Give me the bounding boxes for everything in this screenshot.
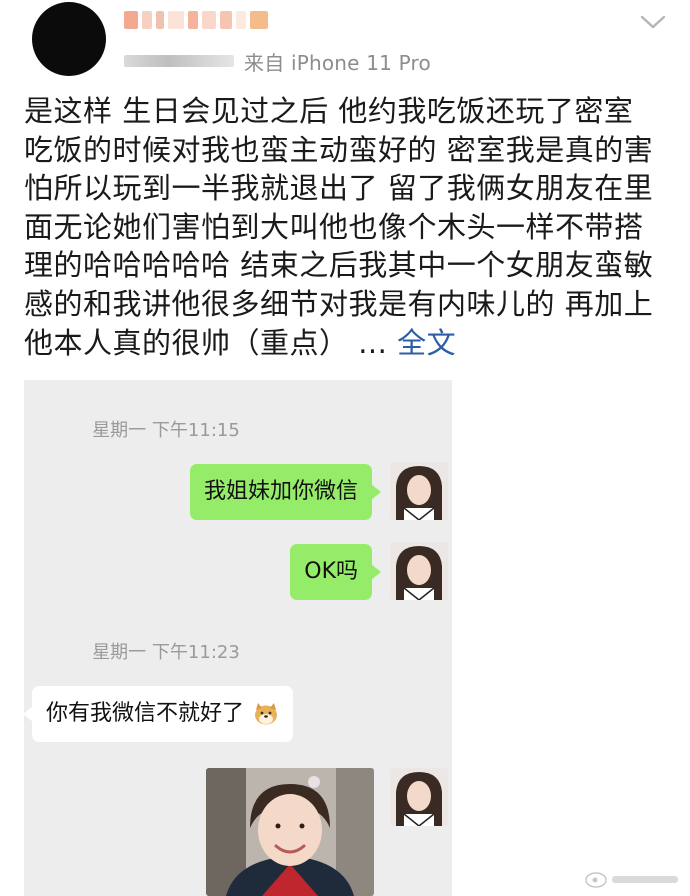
post-meta: 来自 iPhone 11 Pro — [124, 48, 431, 75]
weibo-watermark-icon — [585, 872, 678, 888]
doge-emoji-icon — [255, 703, 278, 725]
sender-avatar — [390, 462, 448, 520]
chat-timestamp: 星期一 下午11:23 — [92, 642, 240, 663]
post-source: 来自 iPhone 11 Pro — [244, 50, 431, 75]
post-body-text: 是这样 生日会见过之后 他约我吃饭还玩了密室 吃饭的时候对我也蛮主动蛮好的 密室… — [24, 94, 654, 360]
message-text: 我姐妹加你微信 — [203, 479, 358, 504]
username-redacted[interactable] — [124, 8, 294, 32]
chat-bubble-received: 你有我微信不就好了 — [24, 686, 294, 742]
sender-avatar — [390, 542, 448, 600]
expand-full-text-link[interactable]: 全文 — [397, 326, 456, 360]
chevron-down-icon[interactable] — [638, 12, 668, 32]
chat-bubble-sent: OK吗 — [290, 544, 381, 600]
post-time-redacted — [124, 55, 234, 67]
shared-photo[interactable] — [206, 768, 374, 896]
chat-screenshot[interactable]: 星期一 下午11:15 我姐妹加你微信 OK吗 星期一 下午11:23 你有我微… — [24, 380, 452, 896]
chat-bubble-sent: 我姐妹加你微信 — [189, 464, 382, 520]
user-avatar[interactable] — [32, 2, 106, 76]
message-text: OK吗 — [304, 559, 358, 584]
post-body: 是这样 生日会见过之后 他约我吃饭还玩了密室 吃饭的时候对我也蛮主动蛮好的 密室… — [24, 92, 672, 362]
sender-avatar — [390, 768, 448, 826]
chat-timestamp: 星期一 下午11:15 — [92, 420, 240, 441]
message-text: 你有我微信不就好了 — [46, 701, 245, 726]
